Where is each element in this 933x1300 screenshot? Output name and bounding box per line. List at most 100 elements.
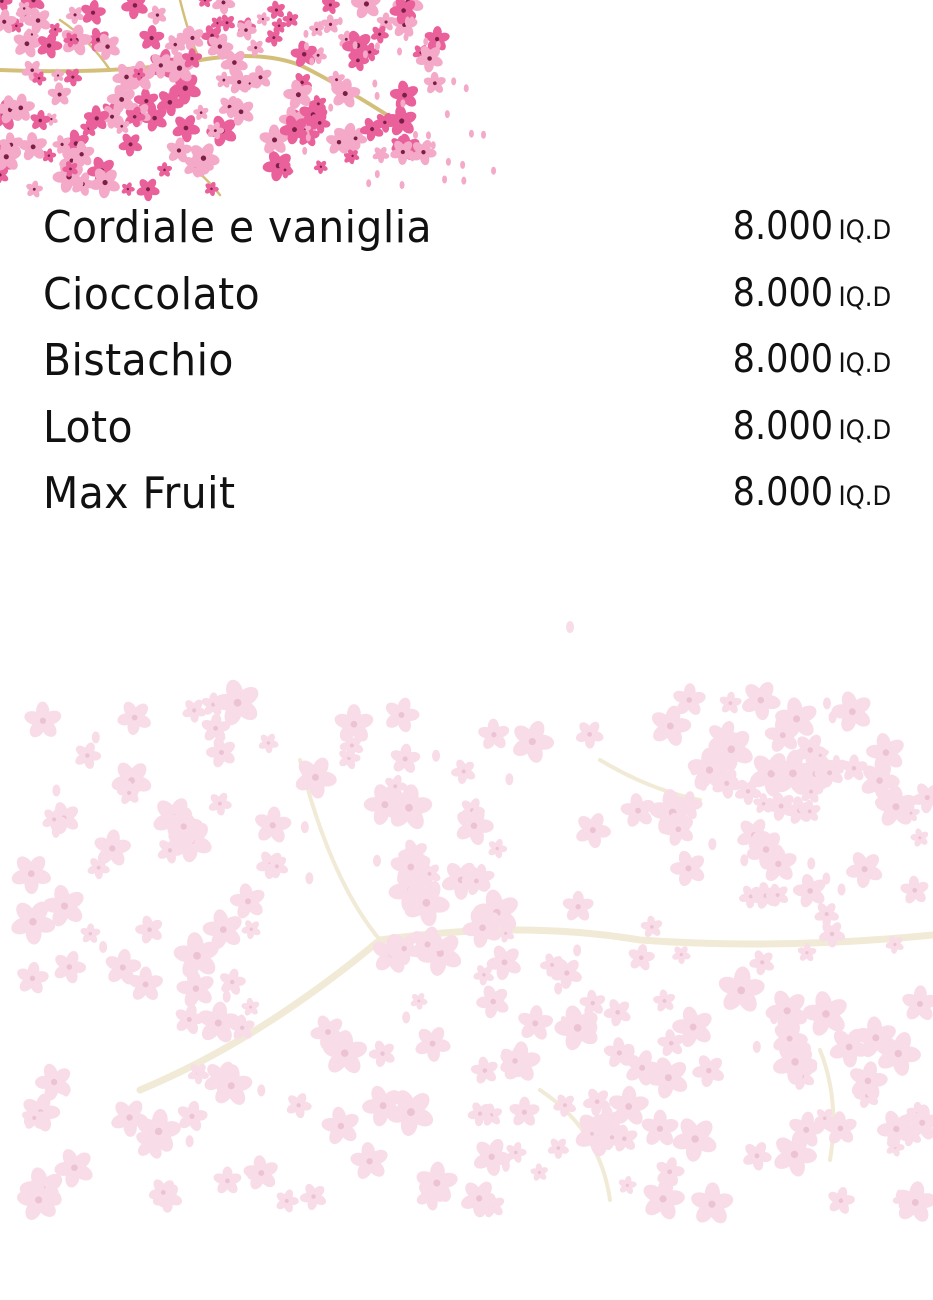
- blossom-flower: [276, 1189, 299, 1213]
- blossom-flower: [819, 922, 846, 948]
- petal: [445, 157, 451, 166]
- petal: [730, 777, 739, 790]
- blossom-flower: [157, 162, 173, 177]
- blossom-flower: [368, 1040, 395, 1067]
- blossom-flower: [910, 828, 929, 847]
- petal: [822, 872, 831, 885]
- cherry-blossom-decoration: [0, 0, 933, 1224]
- petal: [432, 749, 441, 762]
- blossom-flower: [902, 985, 933, 1021]
- petal: [425, 131, 431, 140]
- blossom-flower: [643, 1177, 685, 1220]
- blossom-flower: [213, 1166, 242, 1194]
- petal: [589, 1021, 598, 1034]
- petal: [404, 18, 410, 27]
- petal: [807, 857, 816, 870]
- petal: [366, 179, 372, 188]
- blossom-flower: [121, 0, 148, 20]
- petal: [409, 153, 415, 162]
- menu-item: Bistachio 8.000 IQ.D: [43, 333, 891, 400]
- blossom-flower: [488, 838, 508, 859]
- price-currency: IQ.D: [838, 414, 891, 446]
- petal: [442, 175, 448, 184]
- blossom-flower: [476, 985, 509, 1019]
- petal: [222, 990, 231, 1003]
- item-name: Cioccolato: [43, 268, 261, 320]
- blossom-flower: [208, 792, 232, 816]
- item-name: Max Fruit: [43, 468, 236, 519]
- petal: [52, 784, 61, 797]
- petal: [403, 33, 409, 42]
- petal: [566, 620, 575, 633]
- petal: [51, 825, 60, 838]
- item-name: Bistachio: [43, 335, 234, 386]
- price-currency: IQ.D: [838, 348, 891, 379]
- petal: [412, 130, 418, 139]
- blossom-flower: [147, 5, 167, 25]
- blossom-flower: [139, 25, 165, 50]
- petal: [828, 711, 837, 724]
- petal: [690, 763, 699, 776]
- petal: [374, 91, 380, 100]
- blossom-flower: [530, 1163, 548, 1181]
- blossom-flower: [385, 697, 420, 733]
- petal: [62, 1084, 71, 1097]
- blossom-flower: [54, 951, 87, 984]
- petal: [573, 944, 582, 957]
- item-price: 8.000 IQ.D: [732, 404, 891, 449]
- blossom-flower: [575, 721, 604, 749]
- price-amount: 8.000: [732, 204, 833, 249]
- blossom-flower: [81, 0, 106, 25]
- item-price: 8.000 IQ.D: [732, 271, 891, 316]
- petal: [378, 150, 384, 159]
- blossom-flower: [618, 1176, 637, 1194]
- blossom-flower: [258, 733, 279, 754]
- petal: [402, 1011, 411, 1024]
- blossom-flower: [117, 701, 151, 735]
- petal: [444, 110, 450, 119]
- petal: [460, 160, 466, 169]
- item-name: Cordiale e vaniglia: [43, 202, 433, 253]
- blossom-flower: [415, 1027, 451, 1062]
- blossom-flower: [24, 701, 62, 738]
- petal: [330, 78, 336, 87]
- blossom-flower: [121, 182, 135, 196]
- blossom-flower: [64, 68, 83, 87]
- petal: [425, 910, 434, 923]
- blossom-flower: [243, 1155, 278, 1190]
- blossom-flower: [18, 132, 47, 161]
- petal: [399, 181, 405, 190]
- price-currency: IQ.D: [838, 281, 891, 313]
- blossom-flower: [17, 961, 49, 994]
- blossom-flower: [547, 1138, 569, 1160]
- petal: [300, 821, 309, 834]
- blossom-flower: [828, 1186, 855, 1214]
- blossom-flower: [286, 1093, 312, 1119]
- petal: [695, 1016, 704, 1029]
- blossom-flower: [518, 1005, 554, 1040]
- petal: [373, 854, 382, 867]
- price-amount: 8.000: [732, 403, 833, 449]
- petal: [317, 21, 323, 30]
- blossom-flower: [51, 68, 65, 82]
- menu-item: Max Fruit 8.000 IQ.D: [43, 466, 891, 533]
- menu-item: Cioccolato 8.000 IQ.D: [43, 267, 891, 334]
- petal: [409, 16, 415, 25]
- blossom-flower: [256, 12, 270, 26]
- petal: [837, 883, 846, 896]
- blossom-flower: [653, 989, 676, 1012]
- petal: [505, 773, 514, 786]
- petal: [374, 42, 380, 51]
- petal: [305, 133, 311, 142]
- blossom-flower: [313, 160, 328, 174]
- blossom-flower: [350, 1142, 388, 1179]
- petal: [397, 47, 403, 56]
- petal: [372, 79, 378, 88]
- blossom-flower: [423, 71, 446, 94]
- blossom-flower: [220, 968, 246, 995]
- petal: [99, 940, 108, 953]
- petal: [463, 84, 469, 93]
- blossom-flower: [321, 0, 340, 15]
- blossom-flower: [554, 1005, 598, 1051]
- item-name: Loto: [43, 401, 134, 453]
